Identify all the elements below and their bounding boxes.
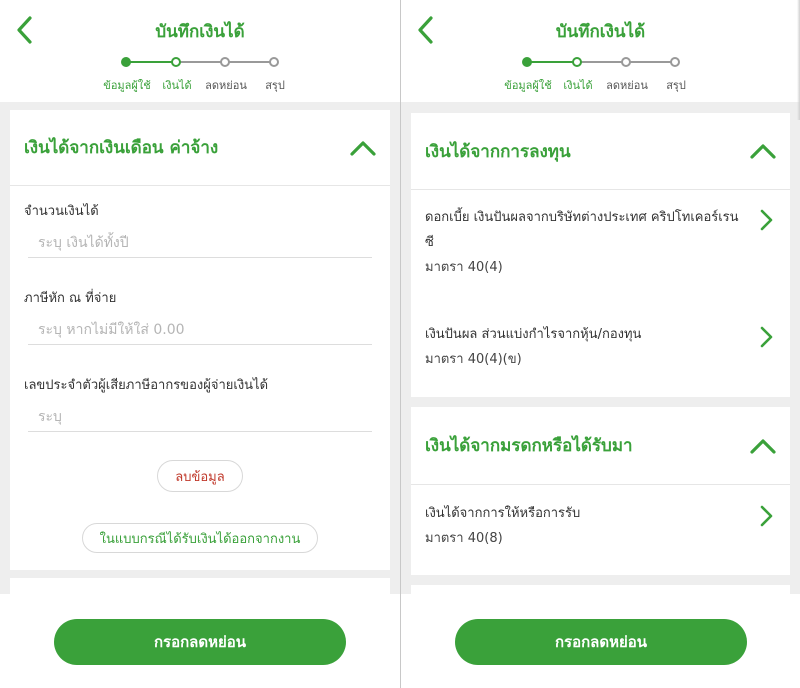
step-dot-2 [572, 57, 582, 67]
withholding-tax-label: ภาษีหัก ณ ที่จ่าย [24, 291, 117, 306]
step-label-summary: สรุป [666, 79, 686, 92]
step-label-income: เงินได้ [162, 79, 192, 92]
section-header[interactable]: เงินได้จากเงินเดือน ค่าจ้าง [10, 110, 390, 186]
chevron-up-icon[interactable] [750, 438, 776, 454]
inheritance-income-card: เงินได้จากมรดกหรือได้รับมา เงินได้จากการ… [411, 407, 790, 575]
step-dot-2 [171, 57, 181, 67]
fill-deduction-button[interactable]: กรอกลดหย่อน [455, 619, 747, 665]
app-header: บันทึกเงินได้ ข้อมูลผู้ใช้ เงินได้ ลดหย่… [0, 0, 400, 102]
section-title: เงินได้จากเงินเดือน ค่าจ้าง [24, 138, 219, 158]
app-header: บันทึกเงินได้ ข้อมูลผู้ใช้ เงินได้ ลดหย่… [401, 0, 800, 102]
list-item-foreign-interest[interactable]: ดอกเบี้ย เงินปันผลจากบริษัทต่างประเทศ คร… [425, 205, 776, 280]
item-title: เงินได้จากการให้หรือการรับ [425, 506, 581, 521]
right-screen: บันทึกเงินได้ ข้อมูลผู้ใช้ เงินได้ ลดหย่… [401, 0, 800, 688]
delete-data-button[interactable]: ลบข้อมูล [157, 460, 243, 492]
chevron-right-icon [760, 209, 773, 231]
payer-tax-id-input[interactable] [28, 402, 372, 432]
chevron-right-icon [760, 505, 773, 527]
step-label-user-info: ข้อมูลผู้ใช้ [504, 79, 552, 92]
step-dot-3 [621, 57, 631, 67]
investment-income-card: เงินได้จากการลงทุน ดอกเบี้ย เงินปันผลจาก… [411, 113, 790, 397]
step-dot-4 [670, 57, 680, 67]
list-item-dividend[interactable]: เงินปันผล ส่วนแบ่งกำไรจากหุ้น/กองทุน มาต… [425, 322, 776, 372]
footer: กรอกลดหย่อน [401, 594, 800, 688]
step-label-user-info: ข้อมูลผู้ใช้ [103, 79, 151, 92]
payer-tax-id-label: เลขประจำตัวผู้เสียภาษีอากรของผู้จ่ายเงิน… [24, 378, 269, 393]
item-subtitle: มาตรา 40(4)(ข) [425, 352, 522, 367]
stepper-line-done [126, 61, 176, 63]
step-label-income: เงินได้ [563, 79, 593, 92]
list-item-gift-income[interactable]: เงินได้จากการให้หรือการรับ มาตรา 40(8) [425, 501, 776, 551]
footer: กรอกลดหย่อน [0, 594, 400, 688]
chevron-up-icon[interactable] [750, 143, 776, 159]
step-dot-4 [269, 57, 279, 67]
item-title: ดอกเบี้ย เงินปันผลจากบริษัทต่างประเทศ คร… [425, 210, 739, 250]
left-screen: บันทึกเงินได้ ข้อมูลผู้ใช้ เงินได้ ลดหย่… [0, 0, 400, 688]
income-amount-label: จำนวนเงินได้ [24, 204, 99, 219]
stepper-line-done [527, 61, 577, 63]
step-label-summary: สรุป [265, 79, 285, 92]
item-subtitle: มาตรา 40(4) [425, 260, 503, 275]
severance-income-button[interactable]: ในแบบกรณีได้รับเงินได้ออกจากงาน [82, 523, 318, 553]
step-label-deduction: ลดหย่อน [606, 79, 648, 92]
withholding-tax-input[interactable] [28, 315, 372, 345]
fill-deduction-button[interactable]: กรอกลดหย่อน [54, 619, 346, 665]
chevron-right-icon [760, 326, 773, 348]
progress-stepper: ข้อมูลผู้ใช้ เงินได้ ลดหย่อน สรุป [401, 54, 800, 94]
step-label-deduction: ลดหย่อน [205, 79, 247, 92]
step-dot-3 [220, 57, 230, 67]
item-title: เงินปันผล ส่วนแบ่งกำไรจากหุ้น/กองทุน [425, 327, 642, 342]
item-subtitle: มาตรา 40(8) [425, 531, 503, 546]
income-amount-input[interactable] [28, 228, 372, 258]
section-header[interactable]: เงินได้จากมรดกหรือได้รับมา [411, 407, 790, 485]
chevron-up-icon[interactable] [350, 140, 376, 156]
salary-income-card: เงินได้จากเงินเดือน ค่าจ้าง จำนวนเงินได้… [10, 110, 390, 570]
page-title: บันทึกเงินได้ [555, 22, 646, 42]
section-title: เงินได้จากมรดกหรือได้รับมา [425, 436, 633, 456]
step-dot-1 [121, 57, 131, 67]
page-title: บันทึกเงินได้ [155, 22, 245, 42]
section-title: เงินได้จากการลงทุน [425, 141, 571, 162]
progress-stepper: ข้อมูลผู้ใช้ เงินได้ ลดหย่อน สรุป [0, 54, 400, 94]
section-header[interactable]: เงินได้จากการลงทุน [411, 113, 790, 190]
step-dot-1 [522, 57, 532, 67]
